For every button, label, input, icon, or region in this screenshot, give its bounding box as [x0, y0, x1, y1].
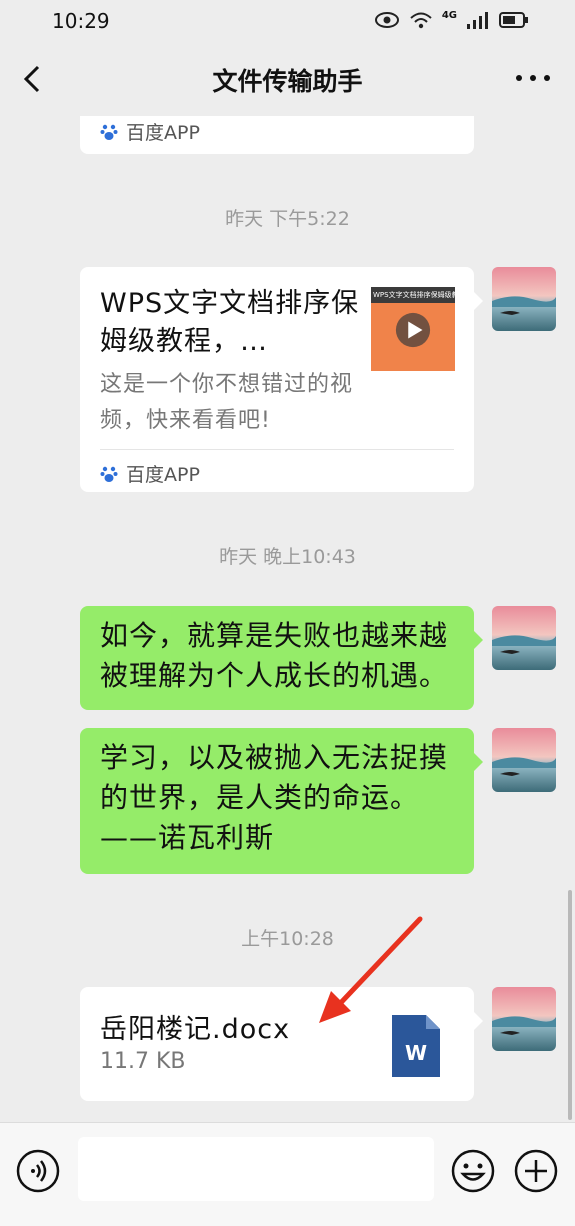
- card-source-label: 百度APP: [126, 122, 200, 144]
- message-input[interactable]: [78, 1137, 434, 1201]
- card-source-label: 百度APP: [126, 464, 200, 486]
- chat-area[interactable]: 百度APP 昨天 下午5:22 WPS文字文档排序保姆级教程，… 这是一个你不想…: [0, 116, 575, 1122]
- avatar-image: [492, 987, 556, 1051]
- message-line: 的世界，是人类的命运。: [100, 781, 420, 814]
- emoji-icon[interactable]: [451, 1149, 495, 1193]
- avatar-image: [492, 606, 556, 670]
- card-source: 百度APP: [100, 460, 200, 487]
- annotation-arrow-icon: [319, 916, 423, 1023]
- video-thumbnail-header: WPS文字文档排序保姆级教程: [371, 287, 455, 303]
- avatar-image: [492, 267, 556, 331]
- page-title: 文件传输助手: [212, 67, 363, 96]
- message-line: ——诺瓦利斯: [100, 821, 275, 854]
- message-line: 学习，以及被抛入无法捉摸: [100, 741, 449, 774]
- previous-link-card[interactable]: 百度APP: [80, 116, 474, 154]
- avatar[interactable]: [492, 606, 556, 670]
- timestamp: 上午10:28: [241, 928, 334, 950]
- avatar[interactable]: [492, 728, 556, 792]
- status-icons: 4G: [374, 9, 529, 31]
- video-link-card[interactable]: WPS文字文档排序保姆级教程，… 这是一个你不想错过的视频，快来看看吧! WPS…: [80, 267, 483, 492]
- file-name: 岳阳楼记.docx: [100, 1014, 291, 1045]
- avatar[interactable]: [492, 987, 556, 1051]
- battery-icon: [499, 12, 528, 28]
- baidu-paw-icon: [100, 466, 118, 482]
- input-bar: [0, 1122, 575, 1226]
- timestamp: 昨天 晚上10:43: [219, 546, 356, 568]
- avatar-image: [492, 728, 556, 792]
- baidu-paw-icon: [100, 124, 118, 140]
- avatar[interactable]: [492, 267, 556, 331]
- more-dots-icon[interactable]: [513, 66, 553, 90]
- network-type: 4G: [441, 9, 457, 21]
- card-source: 百度APP: [100, 118, 200, 145]
- play-icon: [395, 312, 431, 348]
- scrollbar[interactable]: [568, 890, 572, 1120]
- nav-bar: 文件传输助手: [0, 44, 575, 116]
- video-card-description: 这是一个你不想错过的视频，快来看看吧!: [100, 372, 354, 433]
- word-doc-letter: W: [404, 1041, 428, 1065]
- signal-icon: [467, 12, 488, 29]
- status-bar: 10:29 4G: [0, 0, 575, 44]
- card-divider: [100, 449, 454, 450]
- file-size: 11.7 KB: [100, 1049, 186, 1074]
- wifi-icon: [410, 12, 432, 29]
- message-bubble[interactable]: 学习，以及被抛入无法捉摸 的世界，是人类的命运。 ——诺瓦利斯: [80, 728, 483, 874]
- voice-icon[interactable]: [16, 1149, 60, 1193]
- eye-icon: [374, 12, 399, 28]
- video-thumbnail: WPS文字文档排序保姆级教程: [371, 287, 455, 371]
- video-card-title: WPS文字文档排序保姆级教程，…: [100, 288, 360, 357]
- plus-icon[interactable]: [514, 1149, 558, 1193]
- timestamp: 昨天 下午5:22: [225, 208, 350, 230]
- status-time: 10:29: [52, 9, 110, 33]
- message-bubble[interactable]: 如今，就算是失败也越来越被理解为个人成长的机遇。: [80, 606, 483, 710]
